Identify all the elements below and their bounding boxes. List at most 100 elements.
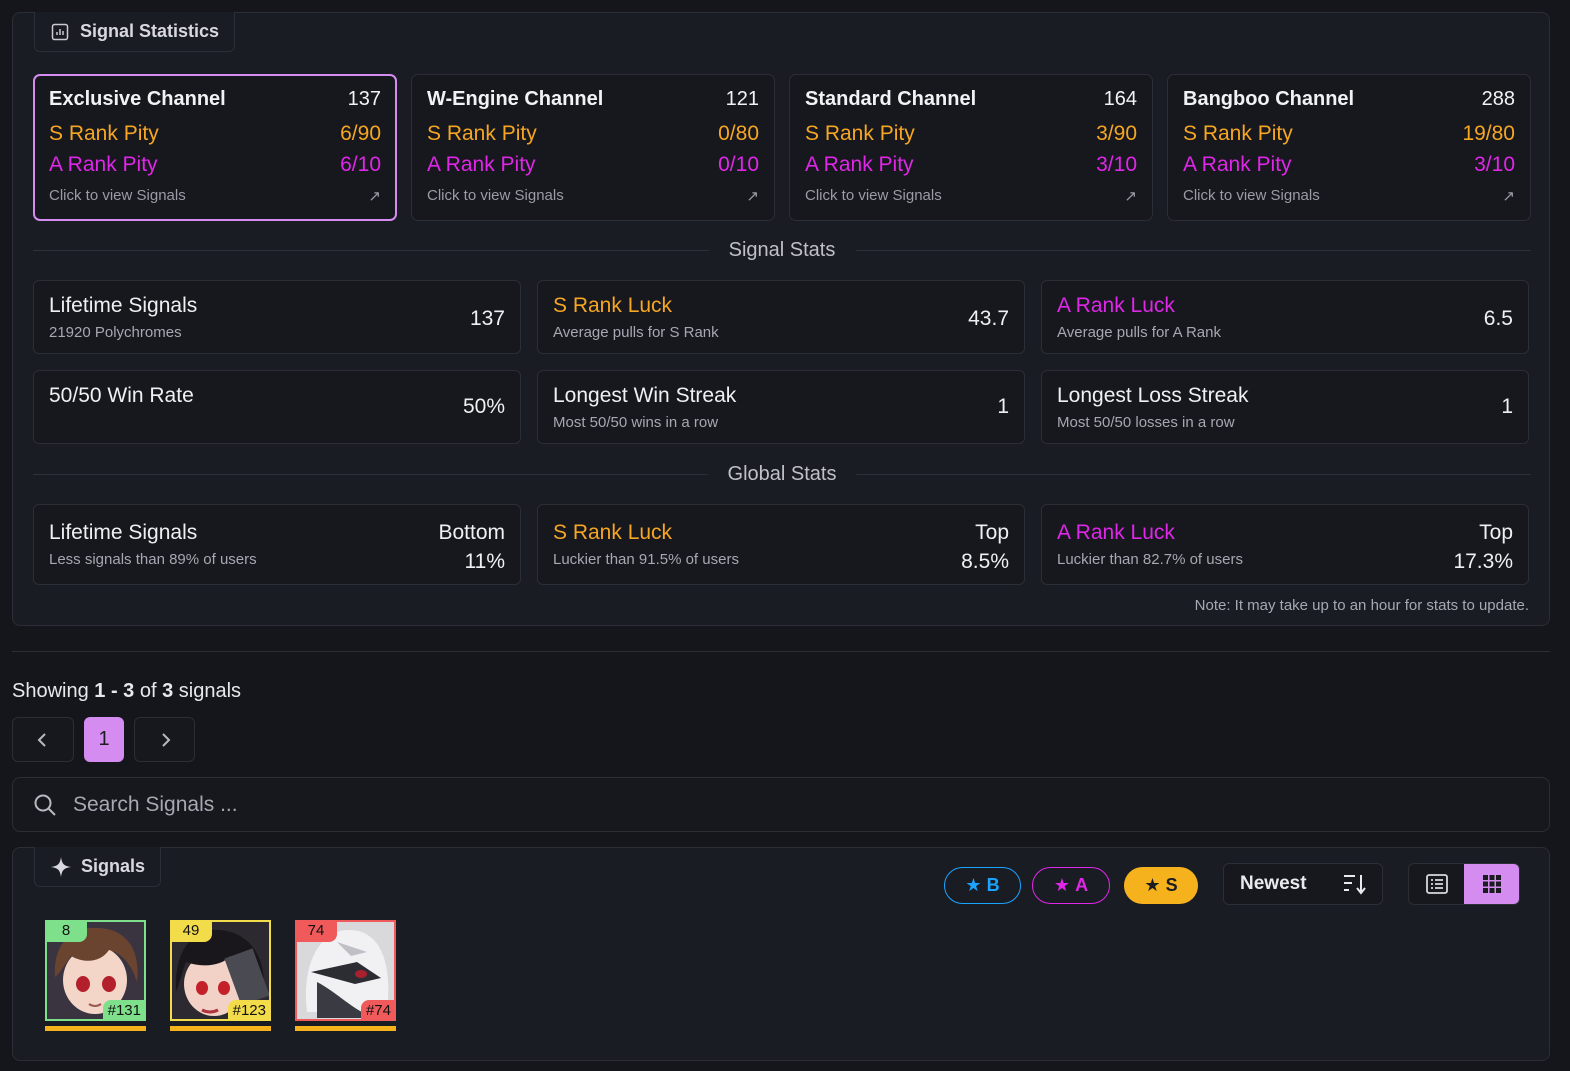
star-icon: ★	[965, 875, 982, 895]
signal-card[interactable]: 49 #123	[170, 920, 271, 1031]
view-signals-link[interactable]: Click to view Signals	[805, 187, 942, 205]
stat-value: 43.7	[968, 307, 1009, 330]
signals-panel: Signals ★ B ★ A ★ S Newest 8 #131 49 #12…	[12, 847, 1550, 1061]
list-view-button[interactable]	[1409, 864, 1464, 904]
stat-title: A Rank Luck	[1057, 521, 1175, 544]
signal-stats-divider: Signal Stats	[33, 239, 1531, 262]
stat-title: S Rank Luck	[553, 294, 673, 317]
stat-title: Longest Loss Streak	[1057, 384, 1249, 407]
arrow-up-right-icon: ↗	[746, 188, 759, 205]
stat-longest-loss-streak: Longest Loss Streak Most 50/50 losses in…	[1041, 370, 1529, 444]
stat-value: 1	[1501, 395, 1513, 418]
signal-statistics-tab: Signal Statistics	[34, 12, 236, 52]
channel-count: 137	[347, 88, 381, 110]
stat-title: 50/50 Win Rate	[49, 384, 194, 407]
rank-position: Top	[975, 521, 1009, 544]
level-badge: 8	[45, 920, 87, 942]
search-icon	[34, 794, 56, 816]
global-stats-divider: Global Stats	[33, 463, 1531, 486]
stats-update-note: Note: It may take up to an hour for stat…	[1194, 597, 1529, 614]
signal-statistics-panel: Signal Statistics Exclusive Channel 137 S…	[12, 12, 1550, 626]
filter-b-rank-chip[interactable]: ★ B	[944, 867, 1021, 904]
sparkle-icon	[51, 856, 71, 877]
next-page-button[interactable]	[134, 717, 195, 762]
channel-card-bangboo[interactable]: Bangboo Channel 288 S Rank Pity 19/80 A Ra…	[1167, 74, 1531, 221]
search-bar[interactable]	[12, 777, 1550, 832]
stat-title: A Rank Luck	[1057, 294, 1175, 317]
signal-number-badge: #123	[227, 1000, 271, 1021]
chevron-right-icon	[161, 732, 170, 747]
a-rank-pity-label: A Rank Pity	[49, 153, 158, 176]
s-rank-pity-value: 6/90	[340, 122, 381, 145]
s-rank-pity-label: S Rank Pity	[427, 122, 537, 145]
stat-subtitle: Average pulls for S Rank	[553, 324, 719, 341]
channel-count: 164	[1103, 88, 1137, 110]
stat-subtitle: 21920 Polychromes	[49, 324, 182, 341]
page-button-current[interactable]: 1	[84, 717, 124, 762]
rarity-bar	[295, 1026, 396, 1031]
s-rank-pity-label: S Rank Pity	[805, 122, 915, 145]
sort-label: Newest	[1240, 873, 1307, 894]
rank-percent: 11%	[464, 550, 505, 573]
results-range: 1 - 3	[94, 680, 135, 702]
s-rank-pity-value: 19/80	[1462, 122, 1515, 145]
stat-value: 137	[469, 307, 505, 330]
channel-card-w-engine[interactable]: W-Engine Channel 121 S Rank Pity 0/80 A Ra…	[411, 74, 775, 221]
results-summary: Showing 1 - 3 of 3 signals	[12, 680, 241, 703]
sort-descending-icon	[1344, 875, 1366, 895]
s-rank-pity-label: S Rank Pity	[1183, 122, 1293, 145]
channel-count: 288	[1481, 88, 1515, 110]
filter-a-rank-chip[interactable]: ★ A	[1032, 867, 1110, 904]
view-mode-toggle	[1408, 863, 1520, 905]
rank-position: Top	[1479, 521, 1513, 544]
stat-lifetime-signals: Lifetime Signals 21920 Polychromes 137	[33, 280, 521, 354]
channel-card-standard[interactable]: Standard Channel 164 S Rank Pity 3/90 A Ra…	[789, 74, 1153, 221]
rank-percent: 17.3%	[1453, 550, 1513, 573]
stat-value: 1	[997, 395, 1009, 418]
sort-select[interactable]: Newest	[1223, 863, 1383, 905]
section-divider	[12, 651, 1550, 652]
level-badge: 74	[295, 920, 337, 942]
view-signals-link[interactable]: Click to view Signals	[1183, 187, 1320, 205]
view-signals-link[interactable]: Click to view Signals	[49, 187, 186, 205]
stat-title: S Rank Luck	[553, 521, 673, 544]
results-total: 3	[162, 680, 174, 702]
arrow-up-right-icon: ↗	[368, 188, 381, 205]
a-rank-pity-value: 3/10	[1474, 153, 1515, 176]
stat-subtitle: Luckier than 91.5% of users	[553, 551, 739, 568]
stat-value: 6.5	[1483, 307, 1513, 330]
a-rank-pity-value: 3/10	[1096, 153, 1137, 176]
signals-label: Signals	[81, 856, 146, 876]
signal-statistics-label: Signal Statistics	[80, 21, 220, 41]
view-signals-link[interactable]: Click to view Signals	[427, 187, 564, 205]
chart-icon	[51, 23, 69, 40]
global-s-rank-luck: S Rank Luck Luckier than 91.5% of users …	[537, 504, 1025, 585]
stat-subtitle: Most 50/50 losses in a row	[1057, 414, 1235, 431]
channel-count: 121	[725, 88, 759, 110]
rarity-bar	[170, 1026, 271, 1031]
channel-name: W-Engine Channel	[427, 88, 604, 110]
results-prefix: Showing	[12, 680, 95, 702]
rank-position: Bottom	[438, 521, 505, 544]
filter-s-rank-chip[interactable]: ★ S	[1124, 867, 1198, 904]
chevron-left-icon	[37, 732, 46, 747]
signal-card[interactable]: 8 #131	[45, 920, 146, 1031]
channel-name: Bangboo Channel	[1183, 88, 1355, 110]
stat-a-rank-luck: A Rank Luck Average pulls for A Rank 6.5	[1041, 280, 1529, 354]
rarity-bar	[45, 1026, 146, 1031]
signal-card[interactable]: 74 #74	[295, 920, 396, 1031]
signals-tab: Signals	[34, 847, 162, 887]
star-icon: ★	[1053, 875, 1071, 895]
stat-title: Lifetime Signals	[49, 294, 198, 317]
results-suffix: signals	[173, 680, 242, 702]
search-input[interactable]	[73, 792, 1473, 817]
stat-subtitle: Average pulls for A Rank	[1057, 324, 1221, 341]
arrow-up-right-icon: ↗	[1502, 188, 1515, 205]
grid-view-button[interactable]	[1464, 864, 1519, 904]
channel-card-exclusive[interactable]: Exclusive Channel 137 S Rank Pity 6/90 A R…	[33, 74, 397, 221]
signal-number-badge: #74	[360, 1000, 396, 1021]
stat-s-rank-luck: S Rank Luck Average pulls for S Rank 43.…	[537, 280, 1025, 354]
stat-subtitle: Most 50/50 wins in a row	[553, 414, 719, 431]
prev-page-button[interactable]	[12, 717, 74, 762]
stat-subtitle: Luckier than 82.7% of users	[1057, 551, 1243, 568]
